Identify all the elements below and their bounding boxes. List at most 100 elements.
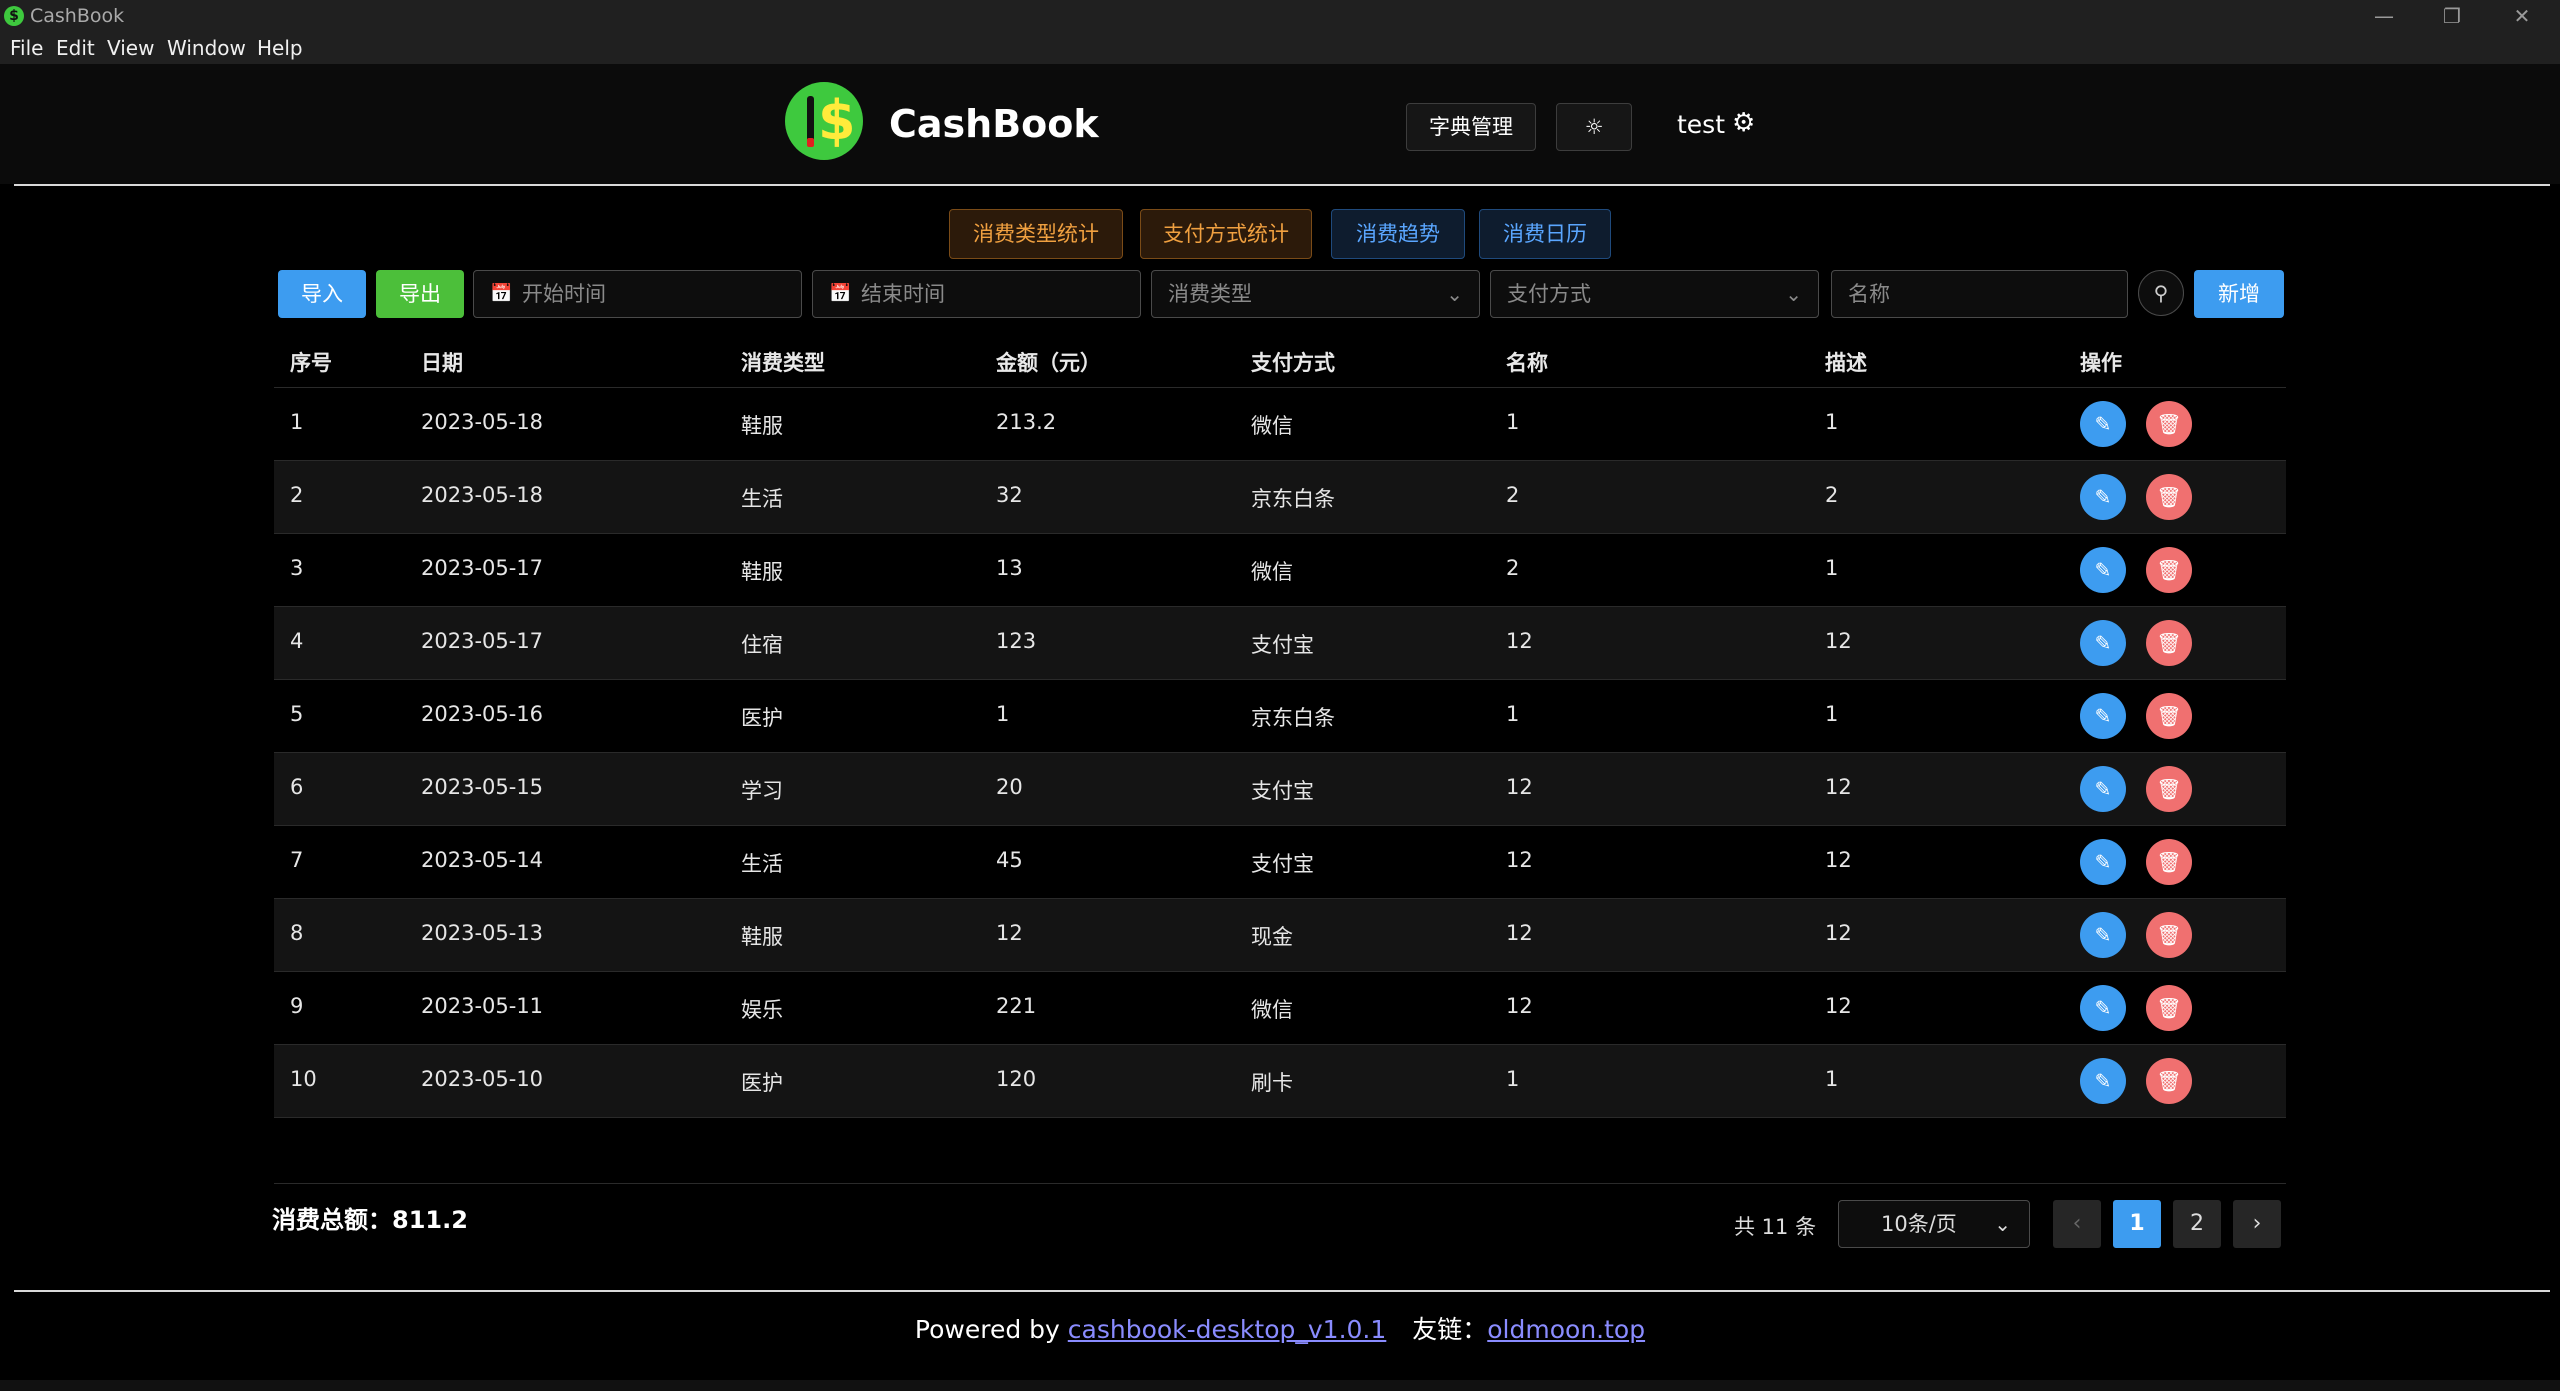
payment-method-select[interactable]: 支付方式 ⌄ <box>1490 270 1819 318</box>
delete-button[interactable]: 🗑 <box>2146 839 2192 885</box>
delete-button[interactable]: 🗑 <box>2146 620 2192 666</box>
edit-icon: ✎ <box>2094 777 2112 801</box>
add-button[interactable]: 新增 <box>2194 270 2284 318</box>
cell-type: 鞋服 <box>741 414 783 438</box>
cell-date: 2023-05-16 <box>421 702 544 726</box>
username[interactable]: test <box>1677 110 1725 139</box>
close-button[interactable]: ✕ <box>2490 0 2554 32</box>
delete-button[interactable]: 🗑 <box>2146 1058 2192 1104</box>
edit-icon: ✎ <box>2094 558 2112 582</box>
version-link[interactable]: cashbook-desktop_v1.0.1 <box>1068 1315 1387 1344</box>
stat-calendar-button[interactable]: 消费日历 <box>1479 209 1611 259</box>
trash-icon: 🗑 <box>2156 558 2182 582</box>
table-row: 9 2023-05-11 娱乐 221 微信 12 12 ✎ 🗑 <box>274 972 2286 1045</box>
edit-button[interactable]: ✎ <box>2080 693 2126 739</box>
cell-name: 12 <box>1506 629 1533 653</box>
cell-desc: 12 <box>1825 921 1852 945</box>
delete-button[interactable]: 🗑 <box>2146 547 2192 593</box>
cell-type: 医护 <box>741 706 783 730</box>
cell-desc: 12 <box>1825 848 1852 872</box>
menu-window[interactable]: Window <box>167 36 246 60</box>
cell-amount: 32 <box>996 483 1023 507</box>
cell-amount: 1 <box>996 702 1010 726</box>
cell-date: 2023-05-14 <box>421 848 544 872</box>
cell-payment: 现金 <box>1251 925 1293 949</box>
cell-index: 10 <box>290 1067 317 1091</box>
cell-index: 2 <box>290 483 304 507</box>
edit-button[interactable]: ✎ <box>2080 766 2126 812</box>
prev-page-button[interactable]: ‹ <box>2053 1200 2101 1248</box>
edit-button[interactable]: ✎ <box>2080 1058 2126 1104</box>
cell-type: 鞋服 <box>741 925 783 949</box>
edit-button[interactable]: ✎ <box>2080 620 2126 666</box>
trash-icon: 🗑 <box>2156 923 2182 947</box>
expense-type-select[interactable]: 消费类型 ⌄ <box>1151 270 1480 318</box>
cell-date: 2023-05-18 <box>421 410 544 434</box>
app-icon: $ <box>4 6 24 26</box>
summary-divider <box>274 1183 2286 1184</box>
dictionary-button[interactable]: 字典管理 <box>1406 103 1536 151</box>
menu-help[interactable]: Help <box>257 36 303 60</box>
menu-file[interactable]: File <box>10 36 43 60</box>
trash-icon: 🗑 <box>2156 412 2182 436</box>
bottom-strip <box>0 1380 2560 1391</box>
cell-desc: 1 <box>1825 1067 1839 1091</box>
cell-name: 12 <box>1506 775 1533 799</box>
col-payment: 支付方式 <box>1251 351 1335 375</box>
export-button[interactable]: 导出 <box>376 270 464 318</box>
menu-edit[interactable]: Edit <box>56 36 95 60</box>
cell-type: 生活 <box>741 852 783 876</box>
edit-icon: ✎ <box>2094 485 2112 509</box>
edit-button[interactable]: ✎ <box>2080 912 2126 958</box>
friend-link[interactable]: oldmoon.top <box>1487 1315 1645 1344</box>
cell-desc: 1 <box>1825 410 1839 434</box>
edit-button[interactable]: ✎ <box>2080 547 2126 593</box>
cell-index: 1 <box>290 410 304 434</box>
delete-button[interactable]: 🗑 <box>2146 401 2192 447</box>
restore-button[interactable]: ❐ <box>2420 0 2484 32</box>
cell-name: 12 <box>1506 994 1533 1018</box>
name-search-input[interactable]: 名称 <box>1831 270 2128 318</box>
page-size-select[interactable]: 10条/页 ⌄ <box>1838 1200 2030 1248</box>
cell-date: 2023-05-13 <box>421 921 544 945</box>
edit-button[interactable]: ✎ <box>2080 474 2126 520</box>
cell-type: 住宿 <box>741 633 783 657</box>
next-page-button[interactable]: › <box>2233 1200 2281 1248</box>
edit-button[interactable]: ✎ <box>2080 839 2126 885</box>
calendar-icon: 📅 <box>829 283 852 304</box>
stat-payment-method-button[interactable]: 支付方式统计 <box>1140 209 1312 259</box>
import-button[interactable]: 导入 <box>278 270 366 318</box>
gear-icon[interactable]: ⚙ <box>1732 108 1755 138</box>
minimize-button[interactable]: — <box>2352 0 2416 32</box>
page-1-button[interactable]: 1 <box>2113 1200 2161 1248</box>
window-title: CashBook <box>30 5 125 27</box>
menu-view[interactable]: View <box>107 36 154 60</box>
edit-button[interactable]: ✎ <box>2080 401 2126 447</box>
col-amount: 金额（元） <box>996 351 1101 375</box>
delete-button[interactable]: 🗑 <box>2146 912 2192 958</box>
delete-button[interactable]: 🗑 <box>2146 474 2192 520</box>
table-row: 2 2023-05-18 生活 32 京东白条 2 2 ✎ 🗑 <box>274 461 2286 534</box>
page-2-button[interactable]: 2 <box>2173 1200 2221 1248</box>
theme-toggle-button[interactable]: ☼ <box>1556 103 1632 151</box>
start-date-input[interactable]: 📅 开始时间 <box>473 270 802 318</box>
stat-expense-type-button[interactable]: 消费类型统计 <box>949 209 1123 259</box>
cell-payment: 微信 <box>1251 998 1293 1022</box>
cell-index: 7 <box>290 848 304 872</box>
chevron-down-icon: ⌄ <box>1994 1212 2011 1236</box>
edit-icon: ✎ <box>2094 923 2112 947</box>
delete-button[interactable]: 🗑 <box>2146 693 2192 739</box>
end-date-input[interactable]: 📅 结束时间 <box>812 270 1141 318</box>
table-row: 7 2023-05-14 生活 45 支付宝 12 12 ✎ 🗑 <box>274 826 2286 899</box>
cell-amount: 12 <box>996 921 1023 945</box>
footer: Powered by cashbook-desktop_v1.0.1 友链：ol… <box>914 1315 1646 1344</box>
cell-date: 2023-05-15 <box>421 775 544 799</box>
cell-name: 1 <box>1506 1067 1520 1091</box>
edit-button[interactable]: ✎ <box>2080 985 2126 1031</box>
delete-button[interactable]: 🗑 <box>2146 985 2192 1031</box>
delete-button[interactable]: 🗑 <box>2146 766 2192 812</box>
search-button[interactable]: ⚲ <box>2138 270 2184 316</box>
table-body: 1 2023-05-18 鞋服 213.2 微信 1 1 ✎ 🗑 2 2023-05-18 生活 32 京… <box>274 388 2286 1118</box>
cell-desc: 1 <box>1825 556 1839 580</box>
stat-trend-button[interactable]: 消费趋势 <box>1331 209 1465 259</box>
